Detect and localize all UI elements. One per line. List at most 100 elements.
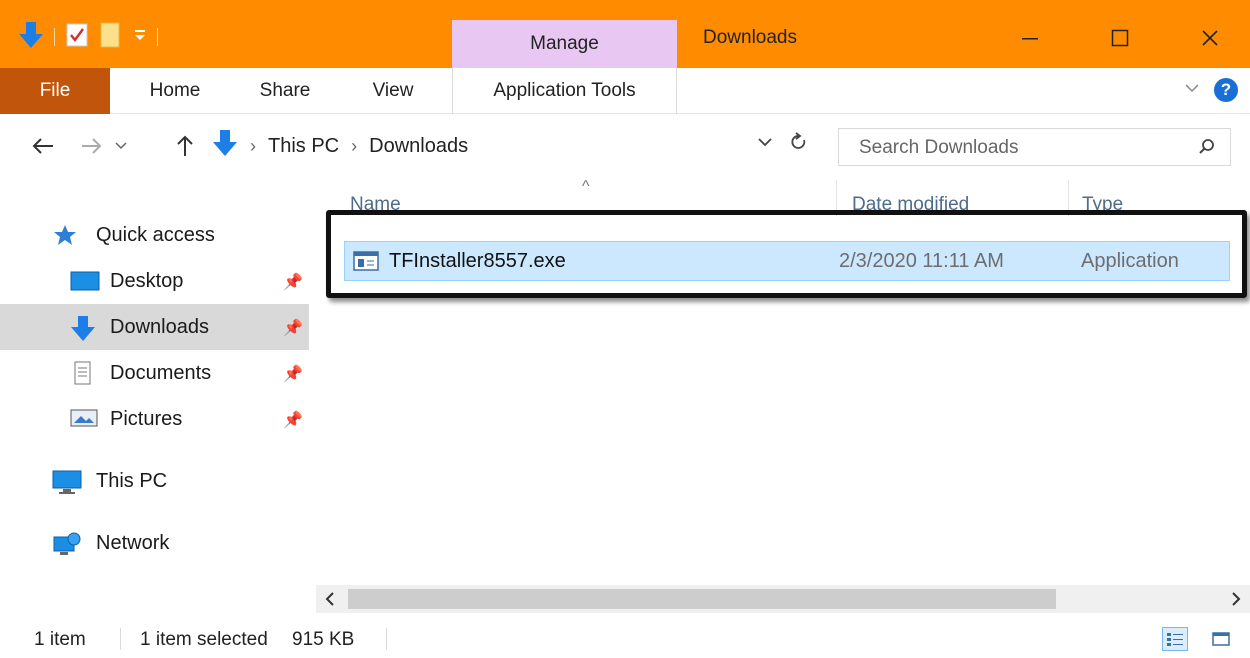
address-row: › This PC › Downloads Search Downloads	[0, 114, 1250, 178]
nav-item-pictures[interactable]: Pictures 📌	[0, 396, 309, 442]
nav-item-network[interactable]: Network	[0, 520, 309, 566]
back-button[interactable]	[26, 132, 60, 160]
table-row[interactable]: TFInstaller8557.exe 2/3/2020 11:11 AM Ap…	[344, 241, 1230, 281]
nav-item-label: Quick access	[96, 224, 215, 246]
minimize-button[interactable]	[995, 18, 1065, 58]
title-bar: Manage Downloads	[0, 0, 1250, 68]
item-count: 1 item	[34, 629, 86, 650]
document-icon	[70, 361, 100, 385]
ribbon-right-controls: ?	[1184, 78, 1238, 102]
address-history-dropdown[interactable]	[757, 132, 773, 155]
back-arrow-icon	[32, 138, 53, 154]
file-type: Application	[1081, 250, 1179, 272]
minimize-icon	[1022, 38, 1038, 40]
help-icon[interactable]: ?	[1214, 78, 1238, 102]
large-icons-view-button[interactable]	[1208, 627, 1234, 651]
address-bar[interactable]: › This PC › Downloads	[212, 128, 824, 164]
nav-item-label: Pictures	[110, 408, 183, 430]
file-date-modified: 2/3/2020 11:11 AM	[839, 250, 1004, 272]
details-view-button[interactable]	[1162, 627, 1188, 651]
forward-arrow-icon	[82, 138, 102, 154]
chevron-down-icon	[115, 142, 127, 150]
chevron-down-icon	[758, 138, 772, 147]
forward-button[interactable]	[76, 132, 106, 160]
contextual-tab-manage[interactable]: Manage	[452, 20, 677, 68]
column-header-name[interactable]: Name	[350, 194, 401, 220]
search-placeholder: Search Downloads	[859, 137, 1019, 158]
details-view-icon	[1167, 633, 1183, 646]
nav-item-label: Downloads	[110, 316, 209, 338]
manage-label: Manage	[530, 33, 599, 54]
desktop-icon	[70, 269, 100, 293]
status-divider	[120, 628, 121, 650]
nav-item-quick-access[interactable]: Quick access	[0, 212, 309, 258]
toolbar-separator	[157, 28, 158, 46]
customize-dropdown-icon[interactable]	[133, 28, 147, 47]
breadcrumb-downloads[interactable]: Downloads	[369, 135, 468, 158]
close-icon	[1202, 30, 1218, 46]
tab-application-tools[interactable]: Application Tools	[452, 68, 677, 114]
new-folder-icon[interactable]	[99, 21, 123, 54]
column-header-date-modified[interactable]: Date modified	[852, 194, 969, 220]
scroll-left-icon[interactable]	[318, 587, 342, 611]
chevron-right-icon: ›	[351, 135, 358, 156]
nav-item-downloads[interactable]: Downloads 📌	[0, 304, 309, 350]
nav-item-label: Network	[96, 532, 170, 554]
tab-share[interactable]: Share	[240, 68, 330, 114]
tab-view[interactable]: View	[348, 68, 438, 114]
maximize-button[interactable]	[1085, 18, 1155, 58]
search-icon	[1198, 138, 1216, 161]
nav-item-label: Documents	[110, 362, 212, 384]
chevron-right-icon: ›	[250, 135, 256, 156]
scrollbar-thumb[interactable]	[348, 589, 1056, 609]
download-arrow-icon	[212, 128, 238, 164]
tab-home[interactable]: Home	[130, 68, 220, 114]
breadcrumb-this-pc[interactable]: This PC	[268, 135, 339, 158]
toolbar-separator	[54, 28, 55, 46]
refresh-button[interactable]	[790, 132, 808, 158]
properties-icon[interactable]	[65, 22, 89, 53]
search-input[interactable]: Search Downloads	[838, 128, 1231, 166]
pin-icon[interactable]: 📌	[283, 318, 303, 338]
maximize-icon	[1111, 29, 1129, 47]
column-divider[interactable]	[836, 180, 837, 216]
column-divider[interactable]	[1068, 180, 1069, 216]
down-arrow-icon[interactable]	[18, 20, 44, 55]
status-bar: 1 item 1 item selected 915 KB	[0, 618, 1250, 658]
network-icon	[52, 531, 82, 555]
refresh-icon	[791, 132, 806, 149]
pin-icon[interactable]: 📌	[283, 410, 303, 430]
recent-locations-button[interactable]	[110, 132, 132, 160]
horizontal-scrollbar[interactable]	[316, 585, 1250, 613]
window-title: Downloads	[703, 27, 797, 48]
computer-icon	[52, 469, 82, 494]
large-icons-view-icon	[1212, 632, 1230, 646]
star-icon	[52, 223, 82, 247]
nav-item-label: This PC	[96, 470, 168, 492]
up-arrow-icon	[177, 135, 193, 156]
expand-ribbon-icon[interactable]	[1184, 81, 1200, 99]
nav-item-label: Desktop	[110, 270, 184, 292]
nav-item-documents[interactable]: Documents 📌	[0, 350, 309, 396]
pin-icon[interactable]: 📌	[283, 364, 303, 384]
pictures-icon	[70, 407, 100, 431]
ribbon-tabs: File Home Share View Application Tools ?	[0, 68, 1250, 114]
pin-icon[interactable]: 📌	[283, 272, 303, 292]
file-name: TFInstaller8557.exe	[389, 250, 566, 272]
download-arrow-icon	[70, 315, 100, 341]
close-button[interactable]	[1175, 18, 1245, 58]
sort-ascending-icon: ^	[582, 178, 590, 195]
quick-access-toolbar	[18, 20, 158, 54]
navigation-pane: Quick access Desktop 📌 Downloads 📌 Docum…	[0, 178, 316, 618]
column-header-type[interactable]: Type	[1082, 194, 1123, 220]
application-file-icon	[353, 251, 379, 276]
selection-size: 915 KB	[292, 629, 355, 650]
up-button[interactable]	[170, 132, 200, 160]
nav-item-this-pc[interactable]: This PC	[0, 458, 309, 504]
scroll-right-icon[interactable]	[1224, 587, 1248, 611]
selection-count: 1 item selected	[140, 629, 268, 650]
tab-file[interactable]: File	[0, 68, 110, 114]
status-divider	[386, 628, 387, 650]
file-list-pane: ^ Name Date modified Type TFInstaller855…	[316, 178, 1250, 618]
nav-item-desktop[interactable]: Desktop 📌	[0, 258, 309, 304]
